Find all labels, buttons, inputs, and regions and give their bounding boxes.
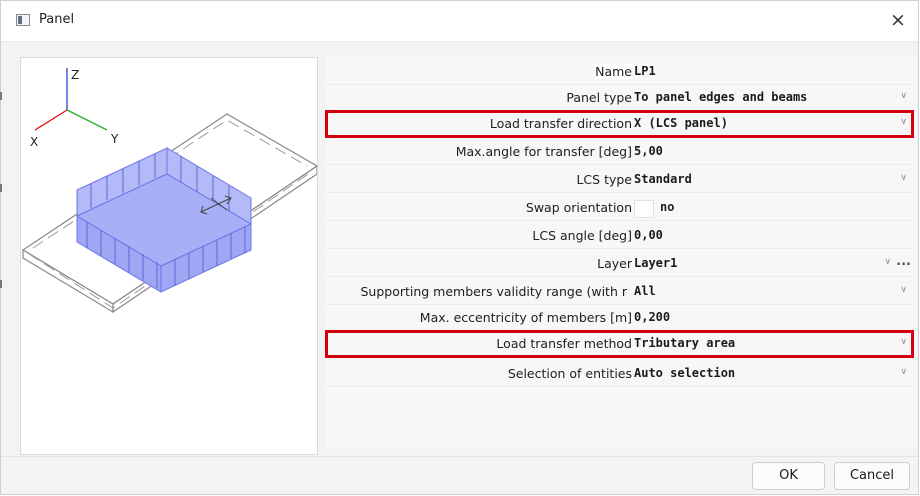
prop-value-selection-of-entities[interactable]: Auto selection — [634, 366, 735, 380]
prop-row-lcs-angle[interactable]: LCS angle [deg] 0,00 — [326, 223, 913, 249]
chevron-down-icon[interactable]: ∨ — [900, 91, 907, 101]
property-grid: Name LP1 Panel type To panel edges and b… — [325, 57, 917, 447]
prop-row-panel-type[interactable]: Panel type To panel edges and beams ∨ — [326, 85, 913, 111]
prop-value-load-transfer-direction[interactable]: X (LCS panel) — [634, 116, 728, 130]
axis-y-label: Y — [110, 132, 119, 146]
prop-row-lcs-type[interactable]: LCS type Standard ∨ — [326, 167, 913, 193]
axes-icon: Z X Y — [30, 68, 119, 149]
layer-more-button[interactable]: ... — [896, 254, 911, 269]
prop-value-load-transfer-method[interactable]: Tributary area — [634, 336, 735, 350]
panel-preview: Z X Y — [20, 57, 319, 455]
chevron-down-icon[interactable]: ∨ — [900, 367, 907, 377]
prop-value-lcs-type[interactable]: Standard — [634, 172, 692, 186]
panel-3d-view: Z X Y — [21, 68, 319, 314]
prop-value-layer[interactable]: Layer1 — [634, 256, 677, 270]
prop-row-load-transfer-direction[interactable]: Load transfer direction X (LCS panel) ∨ — [325, 110, 914, 138]
axis-x-label: X — [30, 135, 38, 149]
cancel-button[interactable]: Cancel — [834, 462, 910, 490]
prop-label: Swap orientation — [525, 200, 632, 215]
swap-orientation-checkbox[interactable] — [634, 200, 654, 218]
prop-label: Max. eccentricity of members [m] — [419, 310, 632, 325]
prop-label: Panel type — [566, 90, 632, 105]
prop-label: Load transfer method — [496, 336, 632, 351]
prop-label: Name — [595, 64, 632, 79]
panel-app-icon — [16, 14, 30, 26]
chevron-down-icon[interactable]: ∨ — [900, 337, 907, 347]
prop-label: Load transfer direction — [489, 116, 632, 131]
prop-label: LCS type — [576, 172, 632, 187]
prop-label: Supporting members validity range (with … — [360, 284, 627, 299]
prop-row-load-transfer-method[interactable]: Load transfer method Tributary area ∨ — [325, 330, 914, 358]
axis-z-label: Z — [71, 68, 79, 82]
prop-label: Layer — [597, 256, 632, 271]
prop-row-swap-orientation[interactable]: Swap orientation no — [326, 195, 913, 221]
panel-dialog: Panel × Z X Y Name LP1 Panel type To pan… — [0, 0, 919, 495]
prop-value-panel-type[interactable]: To panel edges and beams — [634, 90, 807, 104]
edge-marker — [0, 280, 2, 288]
prop-label: Selection of entities — [507, 366, 632, 381]
prop-value-swap-orientation: no — [660, 200, 675, 214]
prop-value-name[interactable]: LP1 — [634, 64, 656, 78]
chevron-down-icon[interactable]: ∨ — [884, 257, 891, 267]
chevron-down-icon[interactable]: ∨ — [900, 285, 907, 295]
prop-label: LCS angle [deg] — [532, 228, 632, 243]
prop-value-supporting-members[interactable]: All — [634, 284, 656, 298]
prop-value-max-eccentricity[interactable]: 0,200 — [634, 310, 670, 324]
prop-value-max-angle[interactable]: 5,00 — [634, 144, 663, 158]
footer-divider — [1, 456, 918, 457]
ok-button[interactable]: OK — [752, 462, 825, 490]
close-icon[interactable]: × — [878, 1, 918, 41]
prop-label: Max.angle for transfer [deg] — [455, 144, 632, 159]
prop-row-selection-of-entities[interactable]: Selection of entities Auto selection ∨ — [326, 361, 913, 387]
prop-row-max-angle[interactable]: Max.angle for transfer [deg] 5,00 — [326, 139, 913, 165]
chevron-down-icon[interactable]: ∨ — [900, 117, 907, 127]
edge-marker — [0, 184, 2, 192]
chevron-down-icon[interactable]: ∨ — [900, 173, 907, 183]
prop-row-layer[interactable]: Layer Layer1 ∨ ... — [326, 251, 913, 277]
prop-row-name[interactable]: Name LP1 — [326, 59, 913, 85]
title-bar: Panel × — [1, 1, 918, 42]
window-title: Panel — [39, 12, 75, 27]
prop-row-max-eccentricity[interactable]: Max. eccentricity of members [m] 0,200 — [326, 305, 913, 331]
prop-value-lcs-angle[interactable]: 0,00 — [634, 228, 663, 242]
prop-row-supporting-members[interactable]: Supporting members validity range (with … — [326, 279, 913, 305]
edge-marker — [0, 92, 2, 100]
